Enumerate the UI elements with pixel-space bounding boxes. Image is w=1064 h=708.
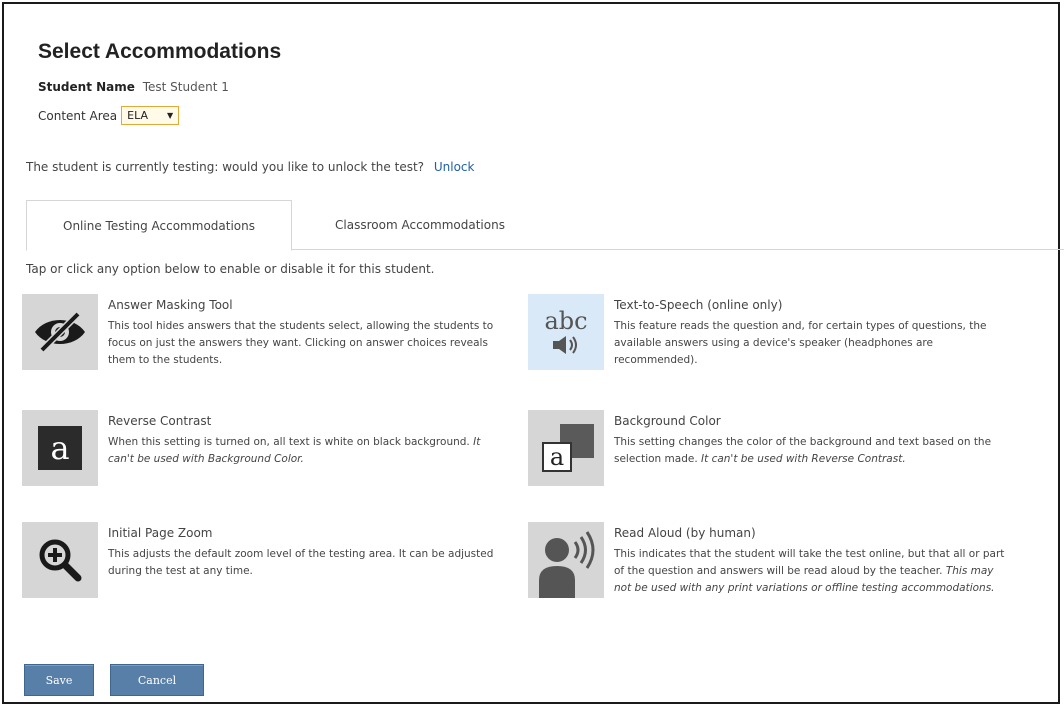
accommodation-name: Background Color (614, 414, 721, 428)
read-aloud-icon (528, 522, 604, 598)
page-frame: Select Accommodations Student Name Test … (2, 2, 1064, 704)
reverse-contrast-glyph: a (50, 429, 70, 467)
text-to-speech-icon: abc (528, 294, 604, 370)
accommodation-description: When this setting is turned on, all text… (108, 434, 508, 468)
accommodation-name: Answer Masking Tool (108, 298, 233, 312)
accommodation-note: It can't be used with Reverse Contrast. (701, 453, 906, 465)
background-color-front-square: a (542, 442, 572, 472)
dropdown-arrow-icon: ▼ (167, 111, 174, 120)
accommodation-description: This tool hides answers that the student… (108, 318, 508, 369)
accommodation-tabs: Online Testing Accommodations Classroom … (26, 200, 1064, 251)
zoom-in-icon (22, 522, 98, 598)
accommodation-name: Reverse Contrast (108, 414, 212, 428)
accommodation-read-aloud[interactable]: Read Aloud (by human) This indicates tha… (528, 522, 1008, 617)
unlock-row: The student is currently testing: would … (26, 160, 474, 174)
student-name-label: Student Name (38, 80, 135, 94)
student-name-value: Test Student 1 (142, 80, 229, 94)
speaker-icon (553, 336, 577, 354)
accommodation-description-text: This tool hides answers that the student… (108, 320, 494, 366)
background-color-glyph: a (549, 443, 565, 471)
accommodation-initial-page-zoom[interactable]: Initial Page Zoom This adjusts the defau… (22, 522, 502, 617)
unlock-prompt: The student is currently testing: would … (26, 160, 425, 174)
accommodation-description: This indicates that the student will tak… (614, 546, 1014, 597)
accommodation-name: Text-to-Speech (online only) (614, 298, 783, 312)
content-area-value: ELA (127, 109, 149, 122)
tab-online-testing-accommodations[interactable]: Online Testing Accommodations (26, 200, 292, 251)
accommodation-text-to-speech[interactable]: abc Text-to-Speech (online only) This fe… (528, 294, 1008, 389)
page-title: Select Accommodations (38, 40, 282, 63)
accommodation-answer-masking[interactable]: Answer Masking Tool This tool hides answ… (22, 294, 502, 389)
student-name-row: Student Name Test Student 1 (38, 80, 229, 94)
reverse-contrast-glyph-box: a (38, 426, 82, 470)
content-area-row: Content Area ELA ▼ (38, 106, 180, 125)
unlock-link[interactable]: Unlock (434, 160, 475, 174)
save-button[interactable]: Save (24, 664, 94, 696)
accommodation-description: This adjusts the default zoom level of t… (108, 546, 508, 580)
instruction-text: Tap or click any option below to enable … (26, 262, 435, 276)
accommodation-description: This feature reads the question and, for… (614, 318, 1014, 369)
abc-glyph: abc (544, 307, 588, 335)
accommodation-description-text: When this setting is turned on, all text… (108, 436, 470, 448)
accommodation-background-color[interactable]: a Background Color This setting changes … (528, 410, 1008, 505)
reverse-contrast-icon: a (22, 410, 98, 486)
accommodation-name: Initial Page Zoom (108, 526, 213, 540)
background-color-icon: a (528, 410, 604, 486)
eye-slash-icon (22, 294, 98, 370)
accommodation-reverse-contrast[interactable]: a Reverse Contrast When this setting is … (22, 410, 502, 505)
accommodation-description: This setting changes the color of the ba… (614, 434, 1014, 468)
cancel-button[interactable]: Cancel (110, 664, 204, 696)
content-area-label: Content Area (38, 108, 118, 123)
accommodation-description-text: This adjusts the default zoom level of t… (108, 548, 494, 577)
accommodation-name: Read Aloud (by human) (614, 526, 756, 540)
tab-classroom-accommodations[interactable]: Classroom Accommodations (310, 200, 530, 250)
content-area-select[interactable]: ELA ▼ (121, 106, 180, 125)
accommodation-description-text: This feature reads the question and, for… (614, 320, 987, 366)
